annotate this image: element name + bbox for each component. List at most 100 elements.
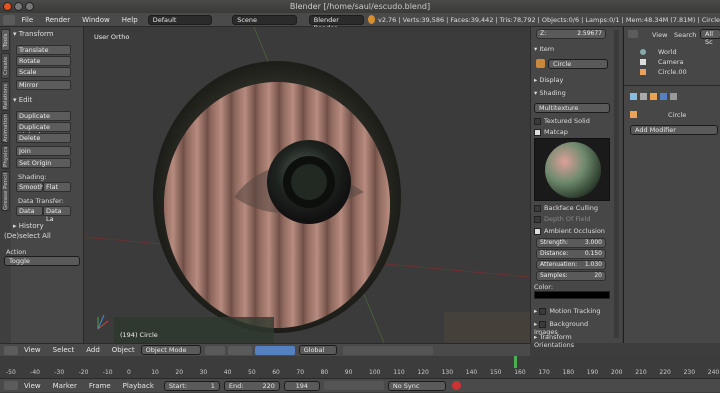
orientation-selector[interactable]: Global	[298, 345, 337, 355]
current-frame-indicator[interactable]	[514, 356, 517, 368]
motion-check[interactable]	[539, 307, 547, 315]
backface-culling-checkbox[interactable]: Backface Culling	[534, 204, 610, 212]
render-icon[interactable]	[630, 93, 637, 100]
timeline-editor-icon[interactable]	[4, 381, 18, 390]
render-engine-selector[interactable]: Blender Render	[308, 14, 364, 32]
viewport-select-menu[interactable]: Select	[47, 343, 81, 357]
translate-button[interactable]: Translate	[16, 45, 71, 55]
action-select[interactable]: Toggle	[4, 256, 80, 266]
properties-scrollbar[interactable]	[614, 30, 619, 338]
outliner-world[interactable]: World	[658, 48, 677, 56]
outliner-circle[interactable]: Circle.00	[658, 68, 687, 76]
tab-grease-pencil[interactable]: Grease Pencil	[1, 171, 10, 211]
timeline-view-menu[interactable]: View	[18, 379, 47, 393]
editor-type-icon[interactable]	[3, 14, 16, 25]
rotate-button[interactable]: Rotate	[16, 56, 71, 66]
matcap-checkbox[interactable]: Matcap	[534, 128, 610, 136]
shading-mode-icon[interactable]	[204, 345, 225, 355]
outliner-editor-icon[interactable]	[628, 30, 638, 38]
layout-selector[interactable]: Default	[147, 14, 213, 25]
current-frame-field[interactable]: 194	[283, 380, 320, 391]
menu-render[interactable]: Render	[39, 13, 76, 27]
view-name: User Ortho	[94, 33, 130, 41]
duplicate-linked-button[interactable]: Duplicate Linked	[16, 122, 71, 139]
backface-check[interactable]	[534, 204, 541, 212]
3d-viewport[interactable]: User Ortho (194) Circle	[84, 27, 530, 343]
outliner-search-menu[interactable]: Search	[674, 31, 696, 39]
duplicate-button[interactable]: Duplicate	[16, 111, 71, 121]
object-props-icon[interactable]	[650, 93, 657, 100]
matcap-check[interactable]	[534, 128, 541, 136]
layer-buttons[interactable]	[342, 345, 433, 355]
close-window-icon[interactable]	[3, 2, 12, 11]
timeline-playback-menu[interactable]: Playback	[117, 379, 160, 393]
scene-selector[interactable]: Scene	[232, 14, 297, 25]
viewport-add-menu[interactable]: Add	[80, 343, 106, 357]
transform-orientations-header[interactable]: ▸ Transform Orientations	[534, 333, 610, 349]
delete-button[interactable]: Delete	[16, 133, 71, 143]
pivot-icon[interactable]	[227, 345, 252, 355]
menu-window[interactable]: Window	[76, 13, 116, 27]
record-icon[interactable]	[451, 381, 461, 390]
smooth-button[interactable]: Smooth	[16, 182, 44, 192]
outliner-display-mode[interactable]: All Sc	[700, 29, 720, 46]
matcap-preview[interactable]	[534, 138, 610, 201]
ao-attenuation-field[interactable]: Attenuation: 1.030	[536, 260, 606, 270]
depth-of-field-checkbox[interactable]: Depth Of Field	[534, 215, 610, 223]
motion-tracking-header[interactable]: ▸ Motion Tracking	[534, 307, 610, 315]
tab-physics[interactable]: Physics	[1, 145, 10, 169]
textured-solid-checkbox[interactable]: Textured Solid	[534, 117, 610, 125]
viewport-object-menu[interactable]: Object	[106, 343, 141, 357]
bg-images-check[interactable]	[539, 320, 547, 328]
menu-file[interactable]: File	[15, 13, 39, 27]
object-name-field[interactable]: Circle	[548, 59, 608, 69]
scene-icon[interactable]	[640, 93, 647, 100]
z-location-field[interactable]: Z: 2.59677	[536, 29, 606, 39]
mirror-button[interactable]: Mirror	[16, 80, 71, 90]
modifier-wrench-icon[interactable]	[660, 93, 667, 100]
outliner-view-menu[interactable]: View	[652, 31, 667, 39]
outliner-camera[interactable]: Camera	[658, 58, 684, 66]
menu-help[interactable]: Help	[116, 13, 144, 27]
display-panel-header[interactable]: ▸ Display	[534, 76, 610, 84]
mode-selector[interactable]: Object Mode	[140, 345, 201, 355]
data-icon[interactable]	[670, 93, 677, 100]
edit-panel-header[interactable]: ▾ Edit	[13, 95, 81, 106]
end-frame-field[interactable]: End: 220	[223, 380, 280, 391]
shading-mode-select[interactable]: Multitexture	[534, 103, 610, 113]
minimize-window-icon[interactable]	[14, 2, 23, 11]
timeline-frame-menu[interactable]: Frame	[83, 379, 117, 393]
sync-mode-select[interactable]: No Sync	[387, 380, 446, 391]
scale-button[interactable]: Scale	[16, 67, 71, 77]
ao-strength-field[interactable]: Strength: 3.000	[536, 238, 606, 248]
manipulator-icons[interactable]	[254, 345, 295, 355]
ao-check[interactable]	[534, 227, 541, 235]
ambient-occlusion-checkbox[interactable]: Ambient Occlusion	[534, 227, 610, 235]
data-button[interactable]: Data	[16, 206, 43, 216]
data-layout-button[interactable]: Data La	[43, 206, 71, 223]
ao-distance-field[interactable]: Distance: 0.150	[536, 249, 606, 259]
tab-create[interactable]: Create	[1, 53, 10, 79]
ao-samples-field[interactable]: Samples: 20	[536, 271, 606, 281]
item-panel-header[interactable]: ▾ Item	[534, 45, 610, 53]
properties-context-tabs	[630, 93, 708, 103]
ao-color-swatch[interactable]	[534, 291, 610, 299]
join-button[interactable]: Join	[16, 146, 71, 156]
set-origin-button[interactable]: Set Origin	[16, 158, 71, 168]
tab-animation[interactable]: Animation	[1, 113, 10, 143]
start-frame-field[interactable]: Start: 1	[163, 380, 220, 391]
maximize-window-icon[interactable]	[25, 2, 34, 11]
textured-solid-check[interactable]	[534, 117, 541, 125]
tab-relations[interactable]: Relations	[1, 81, 10, 111]
add-modifier-button[interactable]: Add Modifier	[630, 125, 718, 135]
transform-panel-header[interactable]: ▾ Transform	[13, 29, 81, 40]
timeline-marker-menu[interactable]: Marker	[47, 379, 83, 393]
viewport-editor-icon[interactable]	[4, 345, 18, 355]
shading-panel-header[interactable]: ▾ Shading	[534, 89, 610, 97]
history-panel-header[interactable]: ▸ History	[13, 221, 81, 232]
tab-tools[interactable]: Tools	[1, 29, 10, 51]
viewport-view-menu[interactable]: View	[18, 343, 47, 357]
playback-controls[interactable]	[323, 381, 384, 390]
flat-button[interactable]: Flat	[43, 182, 71, 192]
depth-check[interactable]	[534, 215, 541, 223]
